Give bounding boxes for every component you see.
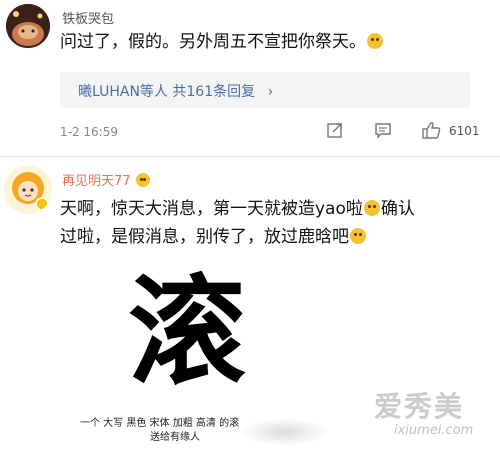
comment-text-line1: 天啊，惊天大消息，第一天就被造yao啦 确认 (60, 197, 415, 221)
replies-link[interactable]: 曦LUHAN等人 共161条回复 › (60, 72, 470, 108)
like-count: 6101 (449, 124, 480, 138)
replies-prefix: 曦LUHAN等人 (78, 84, 168, 100)
comment-text-part1: 天啊，惊天大消息，第一天就被造yao啦 (60, 199, 363, 219)
comment-text-part2: 确认 (380, 199, 415, 219)
site-watermark: 爱秀美 ixiumei.com (370, 385, 500, 449)
replies-summary[interactable]: 曦LUHAN等人 共161条回复 › (78, 81, 273, 101)
heart-eyes-emoji-icon (135, 173, 150, 187)
like-icon[interactable] (422, 121, 441, 139)
comment-text-line2: 过啦，是假消息，别传了，放过鹿晗吧 (60, 225, 367, 249)
share-icon[interactable] (326, 121, 344, 139)
comment-icon[interactable] (374, 121, 392, 139)
meme-character: 滚 (127, 262, 246, 401)
comment-username[interactable]: 再见明天77 (62, 170, 151, 189)
watermark-url: ixiumei.com (394, 423, 474, 438)
chevron-right-icon: › (267, 84, 274, 100)
divider (0, 156, 500, 157)
replies-count: 共161条回复 (172, 84, 256, 100)
comment-timestamp: 1-2 16:59 (60, 125, 118, 139)
sweat-emoji-icon (363, 200, 380, 216)
laugh-cry-emoji-icon (350, 228, 366, 244)
avatar[interactable] (4, 166, 52, 214)
grin-emoji-icon (367, 33, 383, 49)
comment-text: 问过了，假的。另外周五不宣把你祭天。 (60, 30, 384, 54)
image-smudge (240, 418, 330, 446)
watermark-brand: 爱秀美 (374, 390, 465, 423)
meme-caption: 一个 大写 黑色 宋体 加粗 高清 的滚 (80, 418, 240, 429)
meme-caption-sub: 送给有缘人 (150, 432, 200, 443)
comment-text-content: 问过了，假的。另外周五不宣把你祭天。 (60, 32, 366, 52)
comment-text-part3: 过啦，是假消息，别传了，放过鹿晗吧 (60, 227, 349, 247)
comment-username-text: 再见明天77 (62, 174, 131, 189)
comment-username[interactable]: 铁板哭包 (62, 8, 114, 27)
avatar[interactable] (6, 4, 50, 48)
